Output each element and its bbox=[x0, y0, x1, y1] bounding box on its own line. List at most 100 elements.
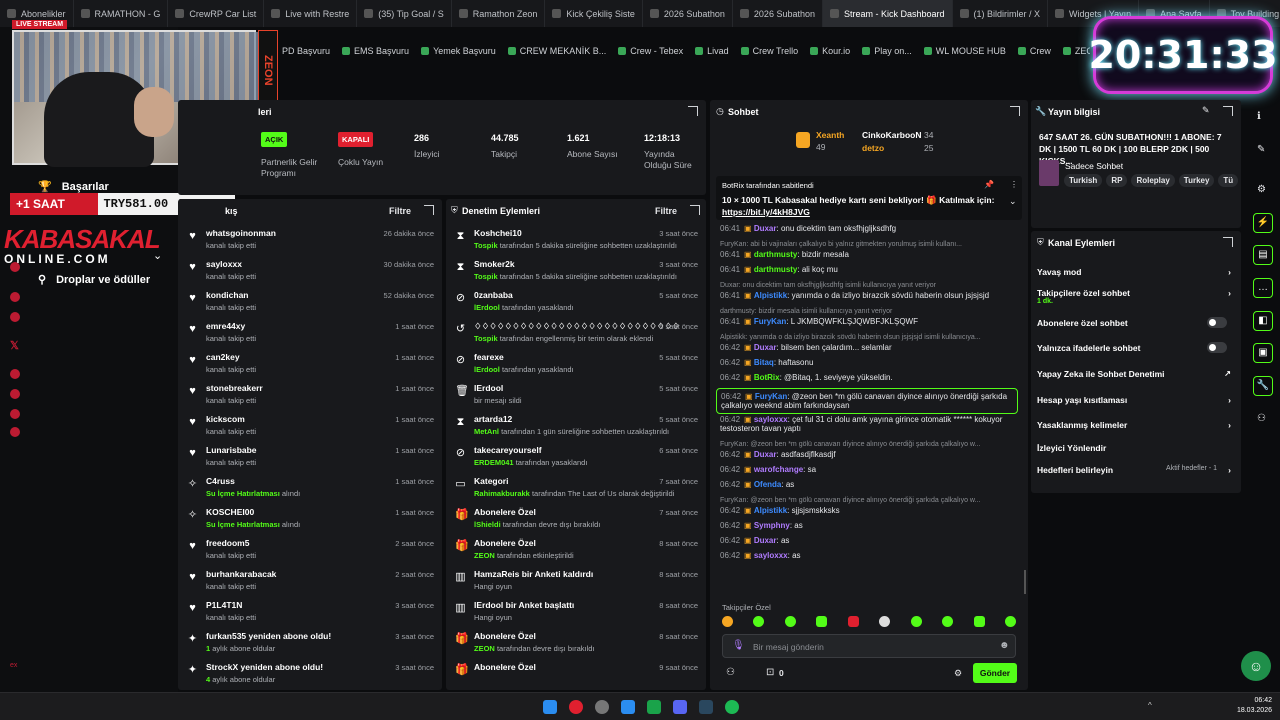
activity-item[interactable]: ✦ StrockX yeniden abone oldu! 4 aylık abon… bbox=[178, 659, 442, 690]
moderation-item[interactable]: ⊘ takecareyourself ERDEM041 tarafından yas… bbox=[446, 442, 706, 473]
activity-item[interactable]: ✦ furkan535 yeniden abone oldu! 1 aylık ab… bbox=[178, 628, 442, 659]
chat-username[interactable]: Alpistikk bbox=[754, 291, 787, 300]
moderation-item[interactable]: 🎁 Abonelere Özel ZEON tarafından etkinleşt… bbox=[446, 535, 706, 566]
chat-message[interactable]: 06:41 ▣ Alpistikk: yanımda o da izliyo bi… bbox=[720, 291, 1018, 300]
emote-icon[interactable] bbox=[879, 616, 891, 627]
channel-action-item[interactable]: Hesap yaşı kısıtlaması › bbox=[1037, 395, 1231, 405]
popout-icon[interactable] bbox=[690, 205, 700, 215]
chat-message[interactable]: 06:41 ▣ darthmusty: ali koç mu bbox=[720, 265, 1018, 274]
moderation-item[interactable]: 🎁 Abonelere Özel 9 saat önce bbox=[446, 659, 706, 690]
moderation-item[interactable]: 🗑 lErdool bir mesajı sildi 5 saat önce bbox=[446, 380, 706, 411]
channel-action-item[interactable]: Abonelere özel sohbet bbox=[1037, 317, 1231, 328]
browser-tab[interactable]: 2026 Subathon bbox=[643, 0, 733, 27]
popout-icon[interactable] bbox=[688, 106, 698, 116]
rail-button-layout[interactable]: ▣ bbox=[1253, 343, 1273, 363]
emote-icon[interactable] bbox=[816, 616, 828, 627]
browser-opera-icon[interactable] bbox=[569, 700, 583, 714]
stream-tag[interactable]: Turkish bbox=[1064, 174, 1103, 187]
activity-item[interactable]: ♥ can2key kanalı takip etti 1 saat önce bbox=[178, 349, 442, 380]
moderation-item[interactable]: ↺ ♢♢♢♢♢♢♢♢♢♢♢♢♢♢♢♢♢♢♢♢♢♢♢♢♢♢♢ Tospik taraf… bbox=[446, 318, 706, 349]
chat-username[interactable]: Ofenda bbox=[754, 480, 782, 489]
app-icon[interactable] bbox=[621, 700, 635, 714]
nav-icon[interactable] bbox=[10, 312, 20, 322]
moderation-item[interactable]: ⊘ fearexe lErdool tarafından yasaklandı 5 s… bbox=[446, 349, 706, 380]
send-button[interactable]: Gönder bbox=[973, 663, 1017, 683]
activity-item[interactable]: ♥ burhankarabacak kanalı takip etti 2 saat … bbox=[178, 566, 442, 597]
browser-tab[interactable]: Stream - Kick Dashboard bbox=[822, 0, 953, 27]
spotify-icon[interactable] bbox=[725, 700, 739, 714]
browser-tab[interactable]: CrewRP Car List bbox=[168, 0, 265, 27]
stream-tag[interactable]: Tü bbox=[1218, 174, 1239, 187]
chat-input[interactable]: 🎙 Bir mesaj gönderin ☻ bbox=[722, 634, 1016, 658]
chat-username[interactable]: sayloxxx bbox=[754, 551, 788, 560]
activity-item[interactable]: ♥ freedoom5 kanalı takip etti 2 saat önce bbox=[178, 535, 442, 566]
bookmark[interactable]: Crew bbox=[1017, 46, 1051, 56]
emote-icon[interactable] bbox=[847, 616, 859, 627]
chat-username[interactable]: Duxar bbox=[754, 343, 777, 352]
channel-action-item[interactable]: Takipçilere özel sohbet 1 dk. › bbox=[1037, 288, 1231, 305]
bookmark[interactable]: Livad bbox=[695, 46, 729, 56]
tray-chevron-icon[interactable]: ^ bbox=[1148, 701, 1152, 710]
activity-item[interactable]: ✧ KOSCHEI00 Su İçme Hatırlatması alındı 1 s… bbox=[178, 504, 442, 535]
browser-tab[interactable]: RAMATHON - G bbox=[74, 0, 169, 27]
rail-button-notes[interactable]: ▤ bbox=[1253, 245, 1273, 265]
chat-username[interactable]: Alpistikk bbox=[754, 506, 787, 515]
popout-icon[interactable] bbox=[424, 205, 434, 215]
chat-scrollbar[interactable] bbox=[1024, 570, 1026, 594]
nav-icon[interactable] bbox=[10, 369, 20, 379]
moderation-item[interactable]: ⧗ artarda12 MetAnl tarafından 1 gün süreli… bbox=[446, 411, 706, 442]
chat-username[interactable]: warofchange bbox=[754, 465, 803, 474]
emote-icon[interactable] bbox=[753, 616, 765, 627]
moderation-item[interactable]: ▭ Kategori Rahimakburakk tarafından The La… bbox=[446, 473, 706, 504]
browser-tab[interactable]: Live with Restre bbox=[264, 0, 358, 27]
chat-message[interactable]: 06:42 ▣ Symphny: as bbox=[720, 521, 1018, 530]
bookmark[interactable]: PD Başvuru bbox=[270, 46, 330, 56]
bookmark[interactable]: WL MOUSE HUB bbox=[923, 46, 1006, 56]
rail-button-lightning[interactable]: ⚡ bbox=[1253, 213, 1273, 233]
channel-action-item[interactable]: İzleyici Yönlendir bbox=[1037, 443, 1231, 453]
stream-tag[interactable]: RP bbox=[1106, 174, 1128, 187]
activity-item[interactable]: ♥ kickscom kanalı takip etti 1 saat önce bbox=[178, 411, 442, 442]
popout-icon[interactable] bbox=[1010, 106, 1020, 116]
pinned-message[interactable]: BotRix tarafından sabitlendi 10 × 1000 T… bbox=[716, 176, 1022, 220]
x-icon[interactable]: 𝕏 bbox=[10, 339, 20, 352]
bookmark[interactable]: Crew - Tebex bbox=[618, 46, 683, 56]
obs-icon[interactable] bbox=[595, 700, 609, 714]
emote-icon[interactable] bbox=[910, 616, 922, 627]
moderation-item[interactable]: 🎁 Abonelere Özel lShieldi tarafından devre… bbox=[446, 504, 706, 535]
windows-start-icon[interactable] bbox=[543, 700, 557, 714]
rail-button-chat[interactable]: … bbox=[1253, 278, 1273, 298]
activity-item[interactable]: ♥ Lunarisbabe kanalı takip etti 1 saat önce bbox=[178, 442, 442, 473]
filter-button[interactable]: Filtre bbox=[389, 206, 411, 216]
nav-icon[interactable] bbox=[10, 389, 20, 399]
activity-item[interactable]: ✧ C4russ Su İçme Hatırlatması alındı 1 saat… bbox=[178, 473, 442, 504]
chat-username[interactable]: darthmusty bbox=[754, 250, 798, 259]
group-icon[interactable]: ⚇ bbox=[1257, 413, 1266, 424]
moderation-item[interactable]: 🎁 Abonelere Özel ZEON tarafından devre dış… bbox=[446, 628, 706, 659]
rail-button-audio[interactable]: ◧ bbox=[1253, 311, 1273, 331]
chevron-down-icon[interactable]: ⌄ bbox=[1009, 196, 1017, 207]
chat-username[interactable]: sayloxxx bbox=[754, 415, 788, 424]
bookmark[interactable]: Kour.io bbox=[810, 46, 850, 56]
chat-message[interactable]: 06:42 ▣ Duxar: as bbox=[720, 536, 1018, 545]
chat-username[interactable]: Duxar bbox=[754, 536, 777, 545]
moderation-item[interactable]: ⊘ 0zanbaba lErdool tarafından yasaklandı 5 … bbox=[446, 287, 706, 318]
chat-username[interactable]: BotRix bbox=[754, 373, 780, 382]
microphone-icon[interactable]: 🎙 bbox=[732, 640, 745, 651]
support-button[interactable]: ☺ bbox=[1241, 651, 1271, 681]
nav-icon[interactable] bbox=[10, 292, 20, 302]
activity-item[interactable]: ♥ whatsgoinonman kanalı takip etti 26 dakik… bbox=[178, 225, 442, 256]
chat-message[interactable]: 06:42 ▣ Duxar: asdfasdjflkasdjf bbox=[720, 450, 1018, 459]
channel-action-item[interactable]: Hedefleri belirleyin Aktif hedefler - 1 › bbox=[1037, 465, 1231, 475]
popout-icon[interactable] bbox=[1223, 106, 1233, 116]
chat-username[interactable]: darthmusty bbox=[754, 265, 798, 274]
channel-action-item[interactable]: Yasaklanmış kelimeler › bbox=[1037, 420, 1231, 430]
chat-message[interactable]: 06:41 ▣ darthmusty: bizdir mesala bbox=[720, 250, 1018, 259]
chat-message[interactable]: 06:42 ▣ Bitaq: haftasonu bbox=[720, 358, 1018, 367]
emoji-icon[interactable]: ☻ bbox=[999, 640, 1010, 651]
nav-icon[interactable] bbox=[10, 409, 20, 419]
moderation-item[interactable]: ⧗ Koshchei10 Tospik tarafından 5 dakika sü… bbox=[446, 225, 706, 256]
chat-username[interactable]: Duxar bbox=[754, 450, 777, 459]
stream-tag[interactable]: Turkey bbox=[1178, 174, 1215, 187]
chat-message[interactable]: 06:42 ▣ FuryKan: @zeon ben *m gölü canava… bbox=[716, 388, 1018, 414]
